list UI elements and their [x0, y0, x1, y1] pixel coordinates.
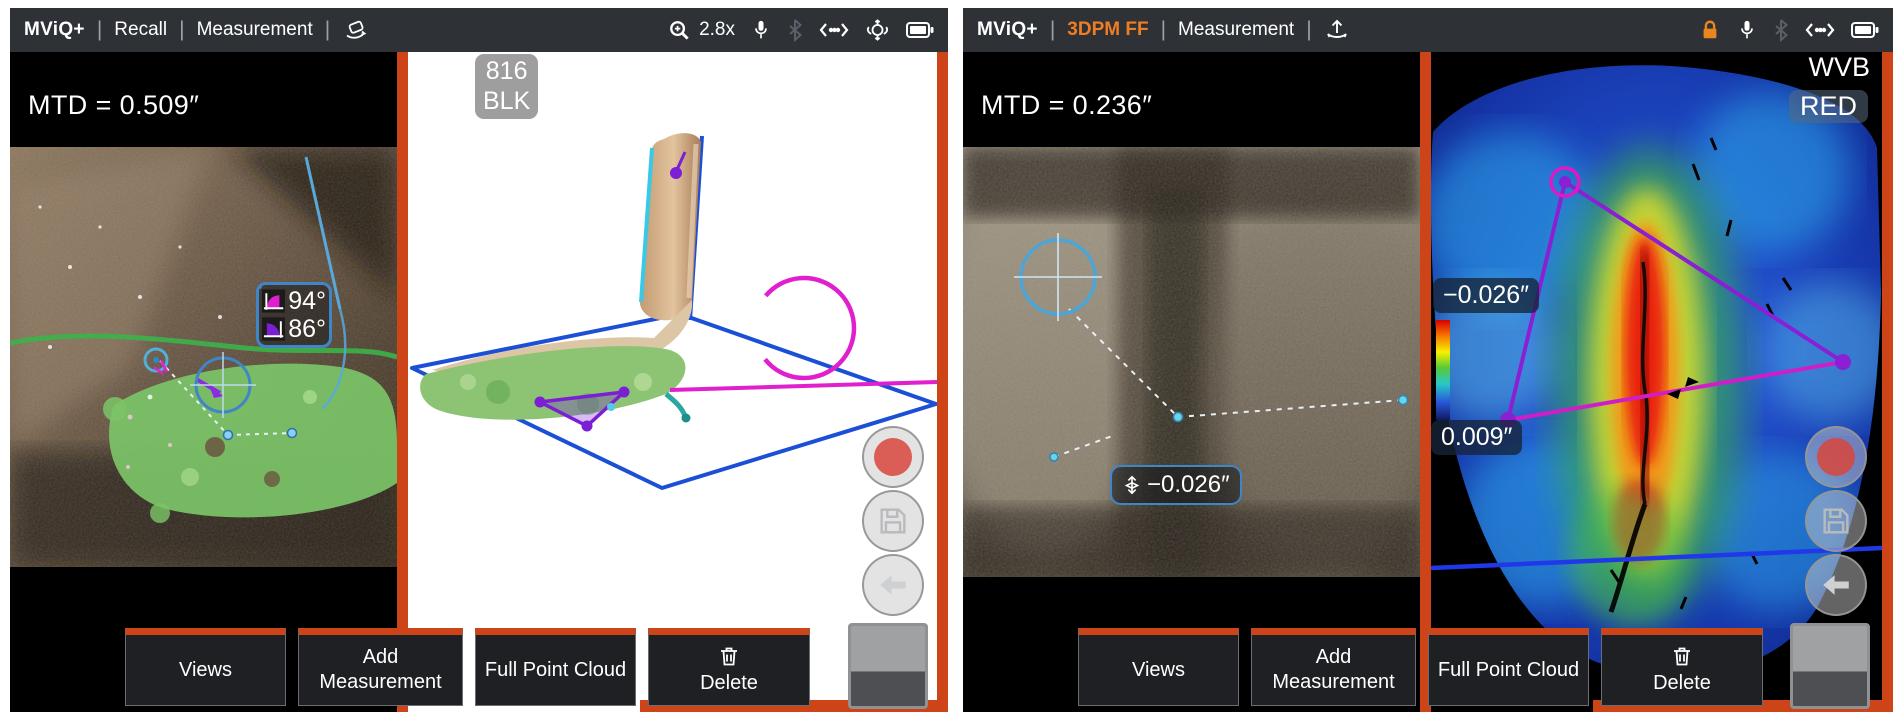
- annotate-icon[interactable]: [342, 18, 368, 42]
- trash-icon: [717, 644, 741, 668]
- add-measurement-label: Add Measurement: [1252, 645, 1415, 695]
- full-point-cloud-label: Full Point Cloud: [1438, 658, 1579, 683]
- menu-measurement[interactable]: Measurement: [1178, 19, 1294, 41]
- left-header: MViQ+ | Recall | Measurement | 2.8x: [10, 8, 948, 52]
- pointcloud-panel-frame: [397, 52, 948, 712]
- right-header: MViQ+ | 3DPM FF | Measurement |: [963, 8, 1893, 52]
- tag-816: 816: [483, 57, 530, 87]
- header-divider: |: [1306, 18, 1311, 42]
- angle-row: 94°: [262, 287, 326, 315]
- right-videoscope-screen: MViQ+ | 3DPM FF | Measurement |: [963, 8, 1893, 712]
- delete-label: Delete: [1653, 671, 1711, 696]
- thumbnail-top: [1793, 626, 1867, 672]
- save-icon: [1819, 504, 1853, 538]
- range-arrows-icon: [1805, 20, 1835, 40]
- views-label: Views: [1132, 658, 1185, 683]
- pointcloud-render: [408, 52, 937, 712]
- angle2-icon: [262, 317, 285, 341]
- angle1-icon: [262, 289, 285, 313]
- image-thumbnail[interactable]: [1790, 623, 1870, 709]
- zoom-level[interactable]: 2.8x: [699, 19, 735, 41]
- back-arrow-icon: [876, 568, 910, 602]
- angle-row: 86°: [262, 315, 326, 343]
- depth-value: −0.026″: [1147, 471, 1230, 499]
- left-videoscope-screen: MViQ+ | Recall | Measurement | 2.8x: [10, 8, 948, 712]
- views-label: Views: [179, 658, 232, 683]
- heatmap-render: [1431, 52, 1882, 712]
- save-button[interactable]: [862, 490, 924, 552]
- delete-button[interactable]: Delete: [1601, 628, 1763, 706]
- menu-measurement[interactable]: Measurement: [197, 19, 313, 41]
- heatmap-view[interactable]: WVB RED −0.026″ 0.009″: [1431, 52, 1882, 712]
- header-divider: |: [179, 18, 184, 42]
- brand-logo: MViQ+: [977, 19, 1038, 41]
- scale-min-label: 0.009″: [1431, 420, 1522, 455]
- header-divider: |: [1050, 18, 1055, 42]
- tag-blk: BLK: [483, 87, 530, 117]
- full-point-cloud-button[interactable]: Full Point Cloud: [475, 628, 636, 706]
- header-divider: |: [97, 18, 102, 42]
- image-thumbnail[interactable]: [848, 623, 928, 709]
- full-point-cloud-button[interactable]: Full Point Cloud: [1428, 628, 1589, 706]
- brand-logo: MViQ+: [24, 19, 85, 41]
- scale-max-label: −0.026″: [1433, 278, 1539, 313]
- lock-icon: [1699, 18, 1721, 42]
- microphone-icon: [1737, 18, 1757, 42]
- depth-colorbar: [1436, 320, 1450, 420]
- record-icon: [874, 438, 912, 476]
- bluetooth-icon: [1773, 18, 1789, 42]
- bluetooth-icon: [787, 18, 803, 42]
- battery-icon: [1851, 21, 1879, 39]
- steering-icon[interactable]: [865, 18, 890, 42]
- view-mode-red[interactable]: RED: [1789, 90, 1868, 123]
- views-button[interactable]: Views: [1078, 628, 1239, 706]
- mtd-readout: MTD = 0.236″: [981, 90, 1152, 121]
- view-tags[interactable]: 816 BLK: [475, 54, 538, 119]
- pointcloud-view[interactable]: [408, 52, 937, 712]
- save-icon: [876, 504, 910, 538]
- dual-videoscope-screens: { "accent_color": "#cc4418", "left_scree…: [0, 0, 1900, 726]
- views-button[interactable]: Views: [125, 628, 286, 706]
- depth-icon: [1122, 475, 1142, 495]
- depth-measurement-label[interactable]: −0.026″: [1110, 465, 1242, 505]
- zoom-in-icon[interactable]: [668, 19, 691, 42]
- angle2-value: 86°: [288, 315, 326, 343]
- header-divider: |: [1161, 18, 1166, 42]
- angle-measurement-label[interactable]: 94° 86°: [256, 282, 332, 348]
- left-screen-body: MTD = 0.509″: [10, 52, 948, 712]
- mtd-readout: MTD = 0.509″: [28, 90, 199, 121]
- record-button[interactable]: [1805, 426, 1867, 488]
- save-button[interactable]: [1805, 490, 1867, 552]
- back-button[interactable]: [862, 554, 924, 616]
- status-bar: [1699, 18, 1879, 42]
- angle1-value: 94°: [288, 287, 326, 315]
- view-mode-wvb[interactable]: WVB: [1808, 52, 1870, 83]
- add-measurement-button[interactable]: Add Measurement: [1251, 628, 1416, 706]
- back-arrow-icon: [1819, 568, 1853, 602]
- delete-label: Delete: [700, 671, 758, 696]
- menu-recall[interactable]: Recall: [114, 19, 167, 41]
- header-divider: |: [325, 18, 330, 42]
- back-button[interactable]: [1805, 554, 1867, 616]
- camera-view[interactable]: [963, 147, 1420, 577]
- range-arrows-icon: [819, 20, 849, 40]
- record-icon: [1817, 438, 1855, 476]
- full-point-cloud-label: Full Point Cloud: [485, 658, 626, 683]
- battery-icon: [906, 21, 934, 39]
- microphone-icon: [751, 18, 771, 42]
- record-button[interactable]: [862, 426, 924, 488]
- camera-view[interactable]: [10, 147, 397, 567]
- add-measurement-button[interactable]: Add Measurement: [298, 628, 463, 706]
- steering-arrow-icon[interactable]: [1324, 18, 1350, 42]
- delete-button[interactable]: Delete: [648, 628, 810, 706]
- add-measurement-label: Add Measurement: [299, 645, 462, 695]
- menu-3dpm-ff[interactable]: 3DPM FF: [1067, 19, 1148, 41]
- right-screen-body: MTD = 0.236″: [963, 52, 1893, 712]
- thumbnail-top: [851, 626, 925, 672]
- status-bar: 2.8x: [668, 18, 934, 42]
- trash-icon: [1670, 644, 1694, 668]
